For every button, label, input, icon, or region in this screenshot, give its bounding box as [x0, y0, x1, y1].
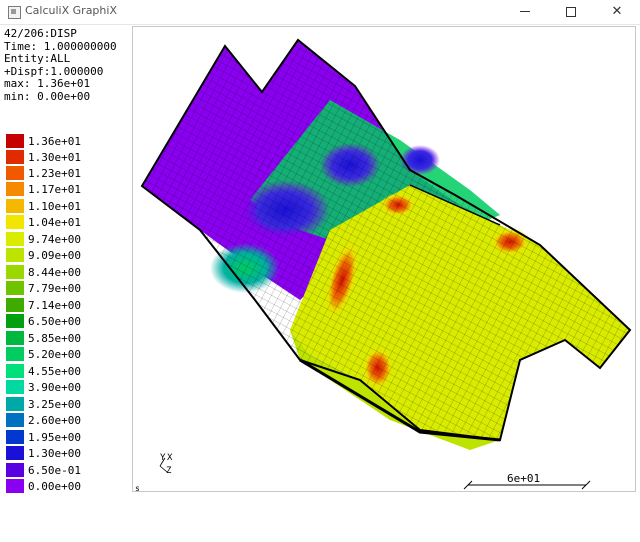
axis-z-label: Z	[166, 466, 172, 476]
mesh-grid-overlay	[142, 40, 630, 440]
axis-x-label: X	[167, 453, 173, 463]
viewport-corner-label: s	[135, 484, 140, 493]
axis-y-label: Y	[160, 453, 166, 463]
scale-bar-label: 6e+01	[507, 472, 541, 485]
mesh-render	[140, 38, 632, 490]
